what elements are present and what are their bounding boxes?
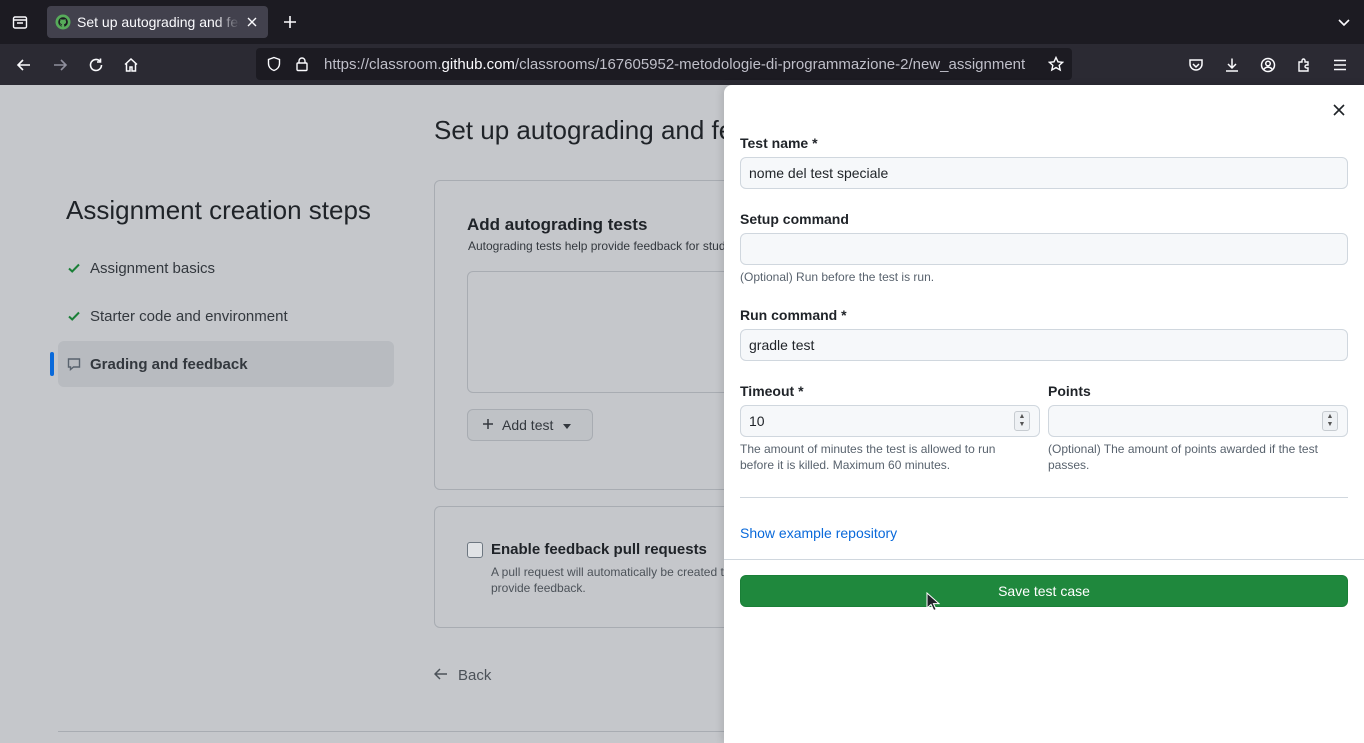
dialog-divider	[740, 497, 1348, 498]
timeout-label: Timeout *	[740, 383, 804, 399]
tab-close-icon[interactable]	[244, 14, 260, 30]
active-step-indicator	[50, 352, 54, 376]
setup-command-hint: (Optional) Run before the test is run.	[740, 270, 935, 284]
comment-icon	[66, 356, 82, 372]
reload-icon[interactable]	[81, 50, 111, 80]
plus-icon	[482, 417, 494, 433]
back-label: Back	[458, 667, 492, 684]
add-test-label: Add test	[502, 417, 554, 433]
add-test-button[interactable]: Add test	[467, 409, 593, 441]
mouse-cursor-icon	[926, 592, 940, 612]
feedback-description: A pull request will automatically be cre…	[491, 565, 731, 595]
timeout-spinner-icon[interactable]: ▲ ▼	[1014, 411, 1030, 431]
test-name-label: Test name *	[740, 135, 818, 151]
autograding-title: Add autograding tests	[467, 215, 648, 234]
check-icon	[66, 308, 82, 324]
forward-icon[interactable]	[45, 50, 75, 80]
downloads-icon[interactable]	[1217, 50, 1247, 80]
tab-manager-icon[interactable]	[5, 7, 35, 37]
close-icon[interactable]	[1328, 99, 1350, 121]
caret-down-icon	[563, 417, 572, 433]
step-grading-feedback[interactable]: Grading and feedback	[58, 341, 394, 387]
autograding-card: Add autograding tests Autograding tests …	[434, 180, 767, 490]
url-bar[interactable]: https://classroom.github.com/classrooms/…	[256, 48, 1072, 80]
step-label: Grading and feedback	[90, 355, 248, 373]
points-hint: (Optional) The amount of points awarded …	[1048, 442, 1318, 472]
tab-title: Set up autograding and feedback	[77, 14, 240, 30]
setup-command-input[interactable]	[740, 233, 1348, 265]
github-icon	[55, 14, 71, 30]
feedback-pr-checkbox[interactable]	[467, 542, 483, 558]
check-icon	[66, 260, 82, 276]
run-command-label: Run command *	[740, 307, 847, 323]
browser-tab-bar: Set up autograding and feedback	[0, 0, 1364, 44]
points-input[interactable]	[1049, 406, 1322, 436]
back-link[interactable]: Back	[433, 667, 492, 684]
list-all-tabs-icon[interactable]	[1329, 7, 1359, 37]
extensions-icon[interactable]	[1289, 50, 1319, 80]
add-test-dialog: Test name * Setup command (Optional) Run…	[724, 85, 1364, 743]
show-example-repository-link[interactable]: Show example repository	[740, 525, 897, 541]
test-name-input[interactable]	[740, 157, 1348, 189]
lock-icon[interactable]	[290, 52, 314, 76]
timeout-hint: The amount of minutes the test is allowe…	[740, 442, 996, 472]
step-assignment-basics[interactable]: Assignment basics	[58, 245, 394, 291]
account-icon[interactable]	[1253, 50, 1283, 80]
points-field[interactable]: ▲ ▼	[1048, 405, 1348, 437]
browser-nav-bar: https://classroom.github.com/classrooms/…	[0, 44, 1364, 85]
pocket-icon[interactable]	[1181, 50, 1211, 80]
points-label: Points	[1048, 383, 1091, 399]
menu-icon[interactable]	[1325, 50, 1355, 80]
autograding-description: Autograding tests help provide feedback …	[468, 239, 749, 253]
url-text[interactable]: https://classroom.github.com/classrooms/…	[324, 56, 1040, 73]
tab-active[interactable]: Set up autograding and feedback	[47, 6, 268, 38]
feedback-title: Enable feedback pull requests	[491, 541, 707, 558]
dialog-footer-divider	[724, 559, 1364, 560]
save-test-case-button[interactable]: Save test case	[740, 575, 1348, 607]
run-command-input[interactable]	[740, 329, 1348, 361]
points-spinner-icon[interactable]: ▲ ▼	[1322, 411, 1338, 431]
home-icon[interactable]	[116, 50, 146, 80]
tracking-protection-icon[interactable]	[262, 52, 286, 76]
step-starter-code[interactable]: Starter code and environment	[58, 293, 394, 339]
back-icon[interactable]	[9, 50, 39, 80]
setup-command-label: Setup command	[740, 211, 849, 227]
new-tab-icon[interactable]	[275, 7, 305, 37]
timeout-input[interactable]	[741, 406, 1014, 436]
tests-list-empty	[467, 271, 767, 393]
timeout-field[interactable]: ▲▼	[740, 405, 1040, 437]
bookmark-star-icon[interactable]	[1040, 48, 1072, 80]
step-label: Starter code and environment	[90, 307, 288, 325]
page-divider	[58, 731, 758, 732]
steps-title: Assignment creation steps	[66, 195, 371, 225]
step-label: Assignment basics	[90, 259, 216, 277]
arrow-left-icon	[433, 667, 448, 684]
feedback-card: Enable feedback pull requests A pull req…	[434, 506, 754, 628]
